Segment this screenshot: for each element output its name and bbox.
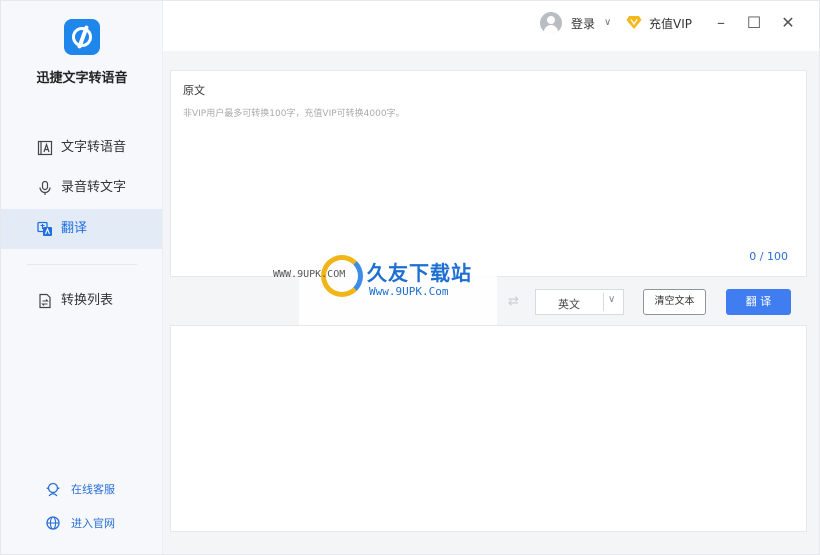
- sidebar-item-speech-to-text[interactable]: 录音转文字: [1, 168, 162, 208]
- target-language-value: 英文: [558, 298, 580, 311]
- recharge-vip-button[interactable]: 充值VIP: [649, 15, 692, 32]
- sidebar: 迅捷文字转语音 文字转语音 录音转文字 翻译 转换列表 在线客服 进入官网: [1, 1, 163, 554]
- watermark-title: 久友下载站: [367, 261, 472, 285]
- target-language-select[interactable]: 英文 ∨: [535, 289, 624, 315]
- sidebar-item-label: 翻译: [61, 221, 88, 236]
- sidebar-item-label: 录音转文字: [61, 180, 127, 195]
- official-site-link[interactable]: 进入官网: [45, 515, 115, 531]
- customer-service-link[interactable]: 在线客服: [45, 481, 115, 497]
- translation-result-area[interactable]: [170, 325, 807, 532]
- sidebar-item-label: 转换列表: [61, 293, 114, 308]
- watermark: WWW.9UPK.COM 久友下载站 Www.9UPK.Com: [273, 245, 497, 325]
- app-name: 迅捷文字转语音: [36, 71, 128, 86]
- conversion-list-icon: [39, 293, 51, 309]
- source-title: 原文: [183, 84, 205, 97]
- app-logo-icon: [64, 19, 100, 55]
- text-to-speech-icon: [37, 140, 53, 156]
- chevron-down-icon[interactable]: ∨: [604, 17, 611, 28]
- avatar[interactable]: [540, 12, 562, 34]
- maximize-icon[interactable]: ☐: [744, 13, 764, 33]
- globe-icon: [46, 516, 60, 530]
- watermark-url: Www.9UPK.Com: [369, 285, 449, 298]
- sidebar-item-translate[interactable]: 翻译: [1, 209, 162, 249]
- source-placeholder: 非VIP用户最多可转换100字，充值VIP可转换4000字。: [183, 109, 405, 119]
- sidebar-item-conversion-list[interactable]: 转换列表: [1, 281, 162, 321]
- minimize-icon[interactable]: –: [711, 13, 731, 33]
- login-button[interactable]: 登录: [571, 15, 595, 32]
- close-icon[interactable]: ✕: [778, 13, 798, 33]
- vip-diamond-icon: [626, 16, 642, 29]
- title-bar: 登录 ∨ 充值VIP – ☐ ✕: [163, 1, 819, 51]
- char-counter: 0 / 100: [749, 250, 788, 263]
- customer-service-label: 在线客服: [71, 483, 115, 496]
- sidebar-divider: [27, 264, 137, 265]
- sidebar-item-text-to-speech[interactable]: 文字转语音: [1, 128, 162, 168]
- clear-text-button[interactable]: 清空文本: [643, 289, 706, 315]
- translate-icon: [37, 221, 52, 236]
- app-window: 迅捷文字转语音 文字转语音 录音转文字 翻译 转换列表 在线客服 进入官网 登录…: [0, 0, 820, 555]
- microphone-icon: [39, 180, 51, 195]
- swap-language-icon[interactable]: ⇄: [508, 294, 519, 309]
- sidebar-item-label: 文字转语音: [61, 140, 127, 155]
- translate-button[interactable]: 翻 译: [726, 289, 791, 315]
- watermark-left-text: WWW.9UPK.COM: [273, 269, 346, 280]
- customer-service-icon: [46, 482, 60, 497]
- official-site-label: 进入官网: [71, 517, 115, 530]
- chevron-down-icon: ∨: [608, 294, 616, 305]
